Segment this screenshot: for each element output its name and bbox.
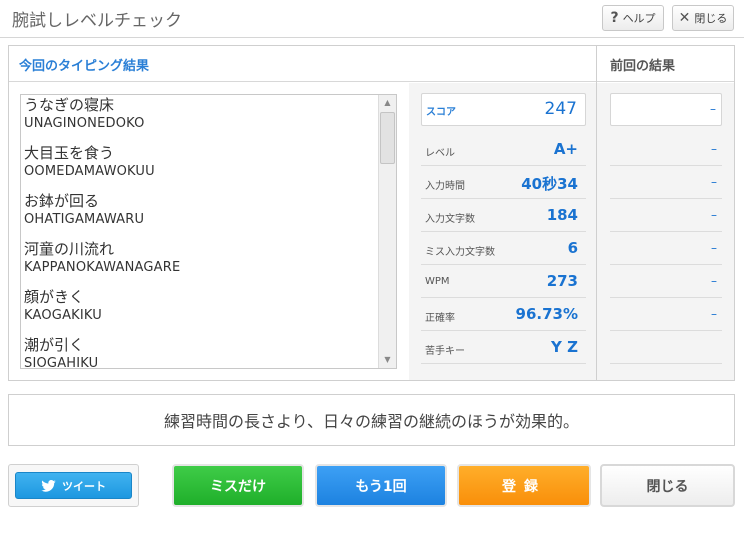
register-button[interactable]: 登録 bbox=[457, 464, 591, 507]
stat-label: レベル bbox=[425, 148, 455, 159]
prev-input-chars: – bbox=[610, 199, 722, 232]
word-japanese: 河童の川流れ bbox=[24, 240, 115, 258]
list-item: 河童の川流れ KAPPANOKAWANAGARE bbox=[24, 239, 376, 287]
word-romaji: UNAGINONEDOKO bbox=[24, 116, 145, 131]
retry-button[interactable]: もう1回 bbox=[315, 464, 447, 507]
stat-value: 40秒34 bbox=[521, 175, 578, 193]
close-button[interactable]: 閉じる bbox=[600, 464, 735, 507]
word-romaji: KAPPANOKAWANAGARE bbox=[24, 260, 181, 275]
results-panel: 今回のタイピング結果 前回の結果 うなぎの寝床 UNAGINONEDOKO 大目… bbox=[8, 45, 735, 381]
stat-input-time: 入力時間 40秒34 bbox=[421, 166, 586, 199]
page-title: 腕試しレベルチェック bbox=[12, 11, 182, 31]
stat-weak-keys: 苦手キー Y Z bbox=[421, 331, 586, 364]
tweet-button[interactable]: ツイート bbox=[15, 472, 132, 499]
stat-input-chars: 入力文字数 184 bbox=[421, 199, 586, 232]
word-romaji: OHATIGAMAWARU bbox=[24, 212, 145, 227]
prev-wpm: – bbox=[610, 265, 722, 298]
prev-score: – bbox=[610, 93, 722, 126]
stat-accuracy: 正確率 96.73% bbox=[421, 298, 586, 331]
close-x-icon: ✕ bbox=[678, 10, 691, 26]
stat-level: レベル A+ bbox=[421, 133, 586, 166]
list-item: 潮が引く SIOGAHIKU bbox=[24, 335, 376, 369]
current-results-title: 今回のタイピング結果 bbox=[19, 59, 150, 74]
stat-value: Y Z bbox=[551, 338, 578, 356]
prev-value: – bbox=[711, 241, 717, 255]
prev-value: – bbox=[711, 175, 717, 189]
close-top-button-label: 閉じる bbox=[694, 12, 728, 25]
header: 腕試しレベルチェック ? ヘルプ ✕ 閉じる bbox=[0, 0, 744, 38]
prev-value: – bbox=[710, 102, 716, 116]
stat-label: 苦手キー bbox=[425, 346, 465, 357]
word-romaji: KAOGAKIKU bbox=[24, 308, 103, 323]
stat-label: 入力文字数 bbox=[425, 214, 475, 225]
word-romaji: OOMEDAMAWOKUU bbox=[24, 164, 155, 179]
advice-message: 練習時間の長さより、日々の練習の継続のほうが効果的。 bbox=[8, 394, 735, 446]
tweet-button-label: ツイート bbox=[62, 479, 106, 493]
list-item: うなぎの寝床 UNAGINONEDOKO bbox=[24, 95, 376, 143]
prev-accuracy: – bbox=[610, 298, 722, 331]
stat-value: 273 bbox=[546, 272, 578, 290]
previous-results-title: 前回の結果 bbox=[610, 59, 676, 74]
word-japanese: 潮が引く bbox=[24, 336, 85, 354]
word-list-scrollbar[interactable]: ▲ ▼ bbox=[378, 95, 396, 368]
twitter-bird-icon bbox=[41, 479, 56, 492]
stat-value: A+ bbox=[553, 140, 578, 158]
stat-label: ミス入力文字数 bbox=[425, 247, 495, 258]
scroll-down-icon[interactable]: ▼ bbox=[379, 352, 396, 368]
stat-label: 入力時間 bbox=[425, 181, 465, 192]
word-list[interactable]: うなぎの寝床 UNAGINONEDOKO 大目玉を食う OOMEDAMAWOKU… bbox=[20, 94, 397, 369]
close-top-button[interactable]: ✕ 閉じる bbox=[672, 5, 734, 31]
stat-label: 正確率 bbox=[425, 313, 455, 324]
stats-divider bbox=[596, 83, 597, 380]
stat-value: 96.73% bbox=[515, 305, 578, 323]
help-button[interactable]: ? ヘルプ bbox=[602, 5, 664, 31]
scroll-thumb[interactable] bbox=[380, 112, 395, 164]
word-list-content: うなぎの寝床 UNAGINONEDOKO 大目玉を食う OOMEDAMAWOKU… bbox=[24, 95, 376, 369]
list-item: 大目玉を食う OOMEDAMAWOKUU bbox=[24, 143, 376, 191]
stat-wpm: WPM 273 bbox=[421, 265, 586, 298]
word-japanese: うなぎの寝床 bbox=[24, 96, 115, 114]
prev-value: – bbox=[711, 274, 717, 288]
question-icon: ? bbox=[610, 10, 619, 26]
prev-weak-keys bbox=[610, 331, 722, 364]
word-japanese: 大目玉を食う bbox=[24, 144, 115, 162]
word-japanese: お鉢が回る bbox=[24, 192, 100, 210]
stat-miss-chars: ミス入力文字数 6 bbox=[421, 232, 586, 265]
miss-only-button[interactable]: ミスだけ bbox=[172, 464, 304, 507]
results-panel-header: 今回のタイピング結果 前回の結果 bbox=[9, 46, 734, 82]
prev-level: – bbox=[610, 133, 722, 166]
stat-label: WPM bbox=[425, 276, 450, 287]
help-button-label: ヘルプ bbox=[622, 12, 656, 25]
stat-score: スコア 247 bbox=[421, 93, 586, 126]
list-item: 顔がきく KAOGAKIKU bbox=[24, 287, 376, 335]
tweet-button-frame: ツイート bbox=[8, 464, 139, 507]
word-japanese: 顔がきく bbox=[24, 288, 85, 306]
prev-value: – bbox=[711, 208, 717, 222]
stat-value: 247 bbox=[544, 99, 577, 119]
stat-label: スコア bbox=[426, 107, 456, 118]
scroll-up-icon[interactable]: ▲ bbox=[379, 95, 396, 111]
prev-miss-chars: – bbox=[610, 232, 722, 265]
word-romaji: SIOGAHIKU bbox=[24, 356, 99, 369]
list-item: お鉢が回る OHATIGAMAWARU bbox=[24, 191, 376, 239]
prev-input-time: – bbox=[610, 166, 722, 199]
prev-value: – bbox=[711, 307, 717, 321]
prev-value: – bbox=[711, 142, 717, 156]
stat-value: 184 bbox=[546, 206, 578, 224]
stat-value: 6 bbox=[567, 239, 578, 257]
results-panel-body: うなぎの寝床 UNAGINONEDOKO 大目玉を食う OOMEDAMAWOKU… bbox=[9, 83, 734, 380]
